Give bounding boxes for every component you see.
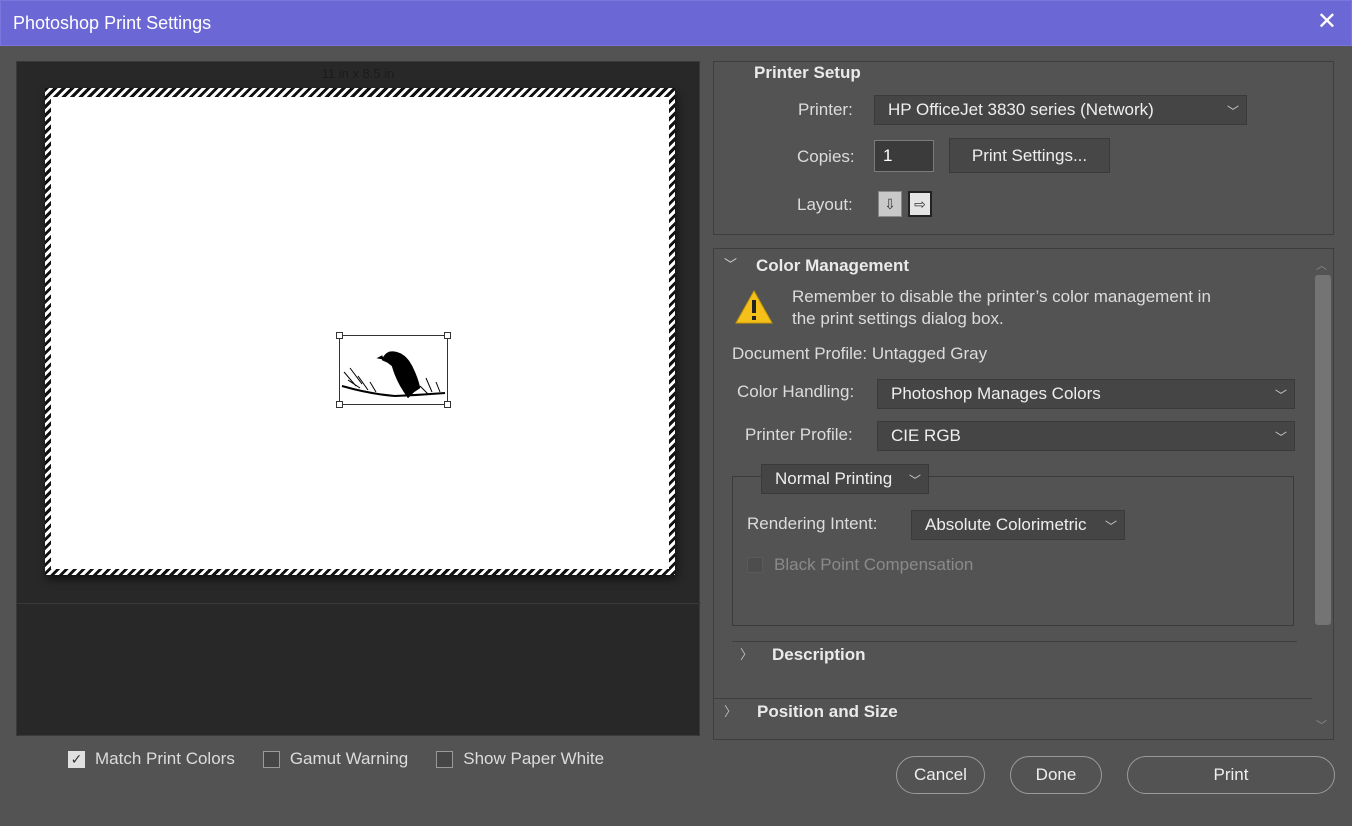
chevron-right-icon[interactable]: 〉 xyxy=(740,644,753,663)
printer-label: Printer: xyxy=(798,100,853,119)
black-point-label: Black Point Compensation xyxy=(774,555,974,574)
printer-profile-label: Printer Profile: xyxy=(745,425,853,444)
show-paper-white-checkbox[interactable]: Show Paper White xyxy=(436,749,604,769)
color-handling-value: Photoshop Manages Colors xyxy=(891,384,1101,403)
checkbox-label: Show Paper White xyxy=(463,749,605,768)
warning-message: Remember to disable the printer’s color … xyxy=(792,287,1211,328)
color-management-panel: ﹀ Color Management Remember to disable t… xyxy=(713,248,1334,740)
portrait-layout-icon[interactable]: ⇩ xyxy=(878,191,902,217)
description-section[interactable]: Description xyxy=(772,645,866,665)
printer-value: HP OfficeJet 3830 series (Network) xyxy=(888,100,1154,119)
printer-select[interactable]: HP OfficeJet 3830 series (Network) ﹀ xyxy=(874,95,1247,125)
print-button[interactable]: Print xyxy=(1127,756,1335,794)
preview-divider xyxy=(17,603,701,604)
printer-setup-group: Printer Setup Printer: HP OfficeJet 3830… xyxy=(713,61,1334,235)
scrollbar[interactable]: ︿ ﹀ xyxy=(1312,249,1333,739)
rendering-intent-label: Rendering Intent: xyxy=(747,514,878,533)
checkbox-unchecked-icon[interactable] xyxy=(436,750,454,768)
scrollbar-thumb[interactable] xyxy=(1315,275,1331,625)
resize-handle-bottom-right[interactable] xyxy=(444,401,451,408)
color-handling-select[interactable]: Photoshop Manages Colors ﹀ xyxy=(877,379,1295,409)
chevron-down-icon: ﹀ xyxy=(1274,388,1287,403)
resize-handle-top-right[interactable] xyxy=(444,332,451,339)
print-preview: 11 in x 8.5 in xyxy=(16,61,701,736)
rendering-intent-select[interactable]: Absolute Colorimetric ﹀ xyxy=(911,510,1125,540)
preview-options: Match Print Colors Gamut Warning Show Pa… xyxy=(68,749,604,769)
landscape-layout-icon[interactable]: ⇨ xyxy=(908,191,932,217)
checkbox-checked-icon[interactable] xyxy=(68,750,85,768)
cancel-button[interactable]: Cancel xyxy=(896,756,985,794)
paper-size-label: 11 in x 8.5 in xyxy=(321,66,395,81)
normal-printing-value: Normal Printing xyxy=(775,469,893,488)
copies-label: Copies: xyxy=(797,147,855,166)
warning-icon xyxy=(735,289,773,324)
chevron-down-icon[interactable]: ﹀ xyxy=(724,254,737,273)
image-preview[interactable] xyxy=(336,332,451,408)
position-size-section[interactable]: Position and Size xyxy=(757,702,898,722)
rendering-intent-value: Absolute Colorimetric xyxy=(925,515,1087,534)
document-profile: Document Profile: Untagged Gray xyxy=(732,344,988,363)
color-management-title: Color Management xyxy=(756,256,910,275)
resize-handle-top-left[interactable] xyxy=(336,332,343,339)
paper-sheet xyxy=(45,88,675,575)
rendering-group xyxy=(732,476,1294,626)
black-point-checkbox[interactable] xyxy=(747,557,763,573)
printer-profile-select[interactable]: CIE RGB ﹀ xyxy=(877,421,1295,451)
divider xyxy=(714,698,1314,699)
checkbox-label: Match Print Colors xyxy=(95,749,235,768)
gamut-warning-checkbox[interactable]: Gamut Warning xyxy=(262,749,409,769)
close-icon[interactable]: ✕ xyxy=(1317,10,1337,34)
chevron-down-icon: ﹀ xyxy=(1104,519,1117,534)
match-print-colors-checkbox[interactable]: Match Print Colors xyxy=(68,749,235,769)
scroll-down-icon[interactable]: ﹀ xyxy=(1316,717,1327,733)
scroll-up-icon[interactable]: ︿ xyxy=(1316,257,1327,273)
divider xyxy=(732,641,1297,642)
printer-profile-value: CIE RGB xyxy=(891,426,961,445)
print-settings-button[interactable]: Print Settings... xyxy=(949,138,1110,173)
chevron-down-icon: ﹀ xyxy=(1274,430,1287,445)
layout-label: Layout: xyxy=(797,195,853,214)
checkbox-label: Gamut Warning xyxy=(289,749,409,768)
normal-printing-select[interactable]: Normal Printing ﹀ xyxy=(761,464,929,494)
printer-setup-title: Printer Setup xyxy=(754,63,861,82)
chevron-down-icon: ﹀ xyxy=(908,473,921,488)
copies-input[interactable]: 1 xyxy=(874,140,934,172)
done-button[interactable]: Done xyxy=(1010,756,1102,794)
crow-image xyxy=(341,351,446,399)
window-title: Photoshop Print Settings xyxy=(13,13,212,33)
resize-handle-bottom-left[interactable] xyxy=(336,401,343,408)
chevron-down-icon: ﹀ xyxy=(1226,104,1239,119)
checkbox-unchecked-icon[interactable] xyxy=(262,750,280,768)
printable-area xyxy=(51,97,669,569)
chevron-right-icon[interactable]: 〉 xyxy=(724,701,737,720)
title-bar: Photoshop Print Settings ✕ xyxy=(0,0,1352,46)
color-handling-label: Color Handling: xyxy=(737,382,855,401)
